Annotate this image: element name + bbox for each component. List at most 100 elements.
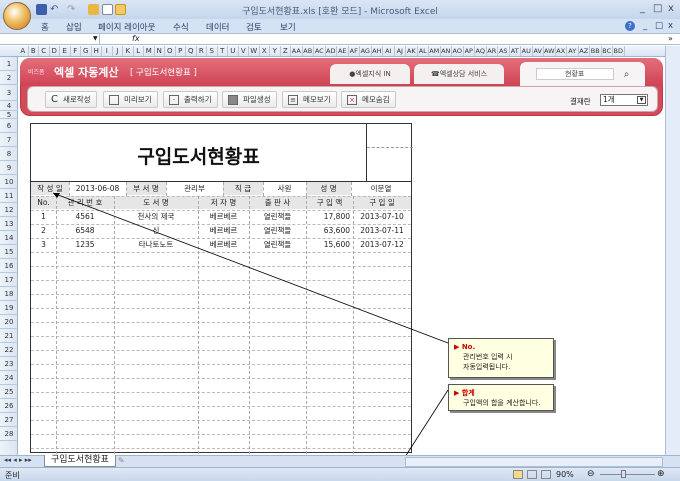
column-header[interactable]: BB xyxy=(590,46,602,56)
column-header[interactable]: G xyxy=(81,46,92,56)
column-header[interactable]: L xyxy=(134,46,144,56)
redo-icon[interactable]: ↷ xyxy=(67,4,78,15)
column-header[interactable]: AQ xyxy=(475,46,487,56)
column-header[interactable]: AS xyxy=(498,46,510,56)
row-header[interactable]: 25 xyxy=(0,385,18,399)
zoom-in-icon[interactable]: ⊕ xyxy=(657,469,665,479)
row-header[interactable]: 4 xyxy=(0,101,18,111)
hide-memo-button[interactable]: × 메모숨김 xyxy=(341,91,396,108)
name-box[interactable] xyxy=(0,34,100,45)
zoom-level[interactable]: 90% xyxy=(556,470,574,479)
row-header[interactable]: 16 xyxy=(0,259,18,273)
zoom-slider-thumb[interactable] xyxy=(621,470,626,478)
column-header[interactable]: AT xyxy=(510,46,521,56)
ribbon-restore-button[interactable]: □ xyxy=(655,21,663,31)
column-header[interactable]: O xyxy=(165,46,176,56)
page-break-view-icon[interactable] xyxy=(541,470,551,479)
row-header[interactable]: 15 xyxy=(0,245,18,259)
column-header[interactable]: AO xyxy=(452,46,464,56)
save-icon[interactable] xyxy=(36,4,47,15)
column-header[interactable]: AP xyxy=(464,46,475,56)
row-header[interactable]: 24 xyxy=(0,371,18,385)
select-icon[interactable] xyxy=(115,4,126,15)
row-header[interactable]: 9 xyxy=(0,161,18,175)
column-header[interactable]: E xyxy=(60,46,71,56)
tab-data[interactable]: 데이터 xyxy=(206,21,229,33)
excel-consult-tab[interactable]: ☎ 엑셀상담 서비스 xyxy=(414,64,504,84)
row-header[interactable]: 26 xyxy=(0,399,18,413)
vertical-scrollbar[interactable] xyxy=(665,46,680,455)
column-header[interactable]: W xyxy=(249,46,260,56)
tab-insert[interactable]: 삽입 xyxy=(66,21,82,33)
tab-formulas[interactable]: 수식 xyxy=(173,21,189,33)
column-header[interactable]: B xyxy=(29,46,39,56)
row-header[interactable]: 8 xyxy=(0,147,18,161)
insert-sheet-icon[interactable]: ✎ xyxy=(118,456,125,465)
column-header[interactable]: Q xyxy=(186,46,197,56)
column-header[interactable]: U xyxy=(228,46,239,56)
row-header[interactable]: 2 xyxy=(0,71,18,85)
fx-icon[interactable]: fx xyxy=(132,34,140,43)
column-header[interactable]: T xyxy=(218,46,228,56)
column-header[interactable]: H xyxy=(92,46,102,56)
column-header[interactable]: AN xyxy=(441,46,452,56)
horizontal-scrollbar[interactable] xyxy=(405,457,663,467)
row-header[interactable]: 19 xyxy=(0,301,18,315)
row-header[interactable]: 10 xyxy=(0,175,18,189)
row-header[interactable]: 14 xyxy=(0,231,18,245)
column-header[interactable]: X xyxy=(260,46,270,56)
row-header[interactable]: 21 xyxy=(0,329,18,343)
row-header[interactable]: 12 xyxy=(0,203,18,217)
print-button[interactable]: · 출력하기 xyxy=(163,91,218,108)
tab-review[interactable]: 검토 xyxy=(246,21,262,33)
column-header[interactable]: F xyxy=(71,46,81,56)
column-header[interactable]: AM xyxy=(429,46,441,56)
column-header[interactable]: N xyxy=(155,46,165,56)
row-header[interactable]: 5 xyxy=(0,111,18,119)
column-header[interactable]: BD xyxy=(613,46,625,56)
column-header[interactable]: AZ xyxy=(579,46,590,56)
close-button[interactable]: x xyxy=(668,3,674,14)
column-header[interactable]: C xyxy=(39,46,50,56)
search-icon[interactable]: ⌕ xyxy=(624,69,630,80)
page-layout-view-icon[interactable] xyxy=(527,470,537,479)
column-header[interactable]: AE xyxy=(337,46,349,56)
row-header[interactable]: 20 xyxy=(0,315,18,329)
excel-knowledge-tab[interactable]: ● 엑셀지식 IN xyxy=(330,64,410,84)
search-input[interactable]: 현황표 xyxy=(535,68,614,80)
column-header[interactable]: AX xyxy=(556,46,567,56)
ribbon-minimize-button[interactable]: _ xyxy=(643,21,647,31)
dropdown-arrow-icon[interactable]: ▼ xyxy=(637,96,646,104)
sheet-tab-active[interactable]: 구입도서현황표 xyxy=(44,455,116,467)
tab-page-layout[interactable]: 페이지 레이아웃 xyxy=(98,21,155,33)
row-header[interactable]: 13 xyxy=(0,217,18,231)
chevron-down-icon[interactable]: ▼ xyxy=(93,35,98,42)
tab-view[interactable]: 보기 xyxy=(280,21,296,33)
row-header[interactable]: 17 xyxy=(0,273,18,287)
column-header[interactable]: V xyxy=(239,46,249,56)
approval-select[interactable]: 1개 ▼ xyxy=(600,94,648,106)
column-header[interactable]: I xyxy=(102,46,113,56)
row-header[interactable]: 1 xyxy=(0,57,18,71)
row-header[interactable]: 28 xyxy=(0,427,18,441)
sheet-nav-icons[interactable]: ◂◂ ◂ ▸ ▸▸ xyxy=(4,456,32,464)
column-header[interactable]: J xyxy=(113,46,123,56)
show-memo-button[interactable]: ≡ 메모보기 xyxy=(282,91,337,108)
row-header[interactable]: 6 xyxy=(0,119,18,133)
column-header[interactable]: AG xyxy=(360,46,372,56)
row-header[interactable]: 22 xyxy=(0,343,18,357)
column-header[interactable]: AI xyxy=(383,46,395,56)
maximize-button[interactable]: □ xyxy=(653,3,662,14)
column-header[interactable]: S xyxy=(207,46,218,56)
column-header[interactable]: AD xyxy=(326,46,337,56)
column-header[interactable]: P xyxy=(176,46,186,56)
row-header[interactable]: 18 xyxy=(0,287,18,301)
column-header[interactable]: AL xyxy=(418,46,429,56)
column-header[interactable]: AH xyxy=(372,46,383,56)
expand-formula-icon[interactable]: » xyxy=(668,34,673,43)
zoom-out-icon[interactable]: ⊖ xyxy=(587,469,595,479)
minimize-button[interactable]: _ xyxy=(640,3,645,14)
column-header[interactable]: AW xyxy=(544,46,556,56)
open-folder-icon[interactable] xyxy=(88,4,99,15)
column-header[interactable]: AK xyxy=(406,46,418,56)
